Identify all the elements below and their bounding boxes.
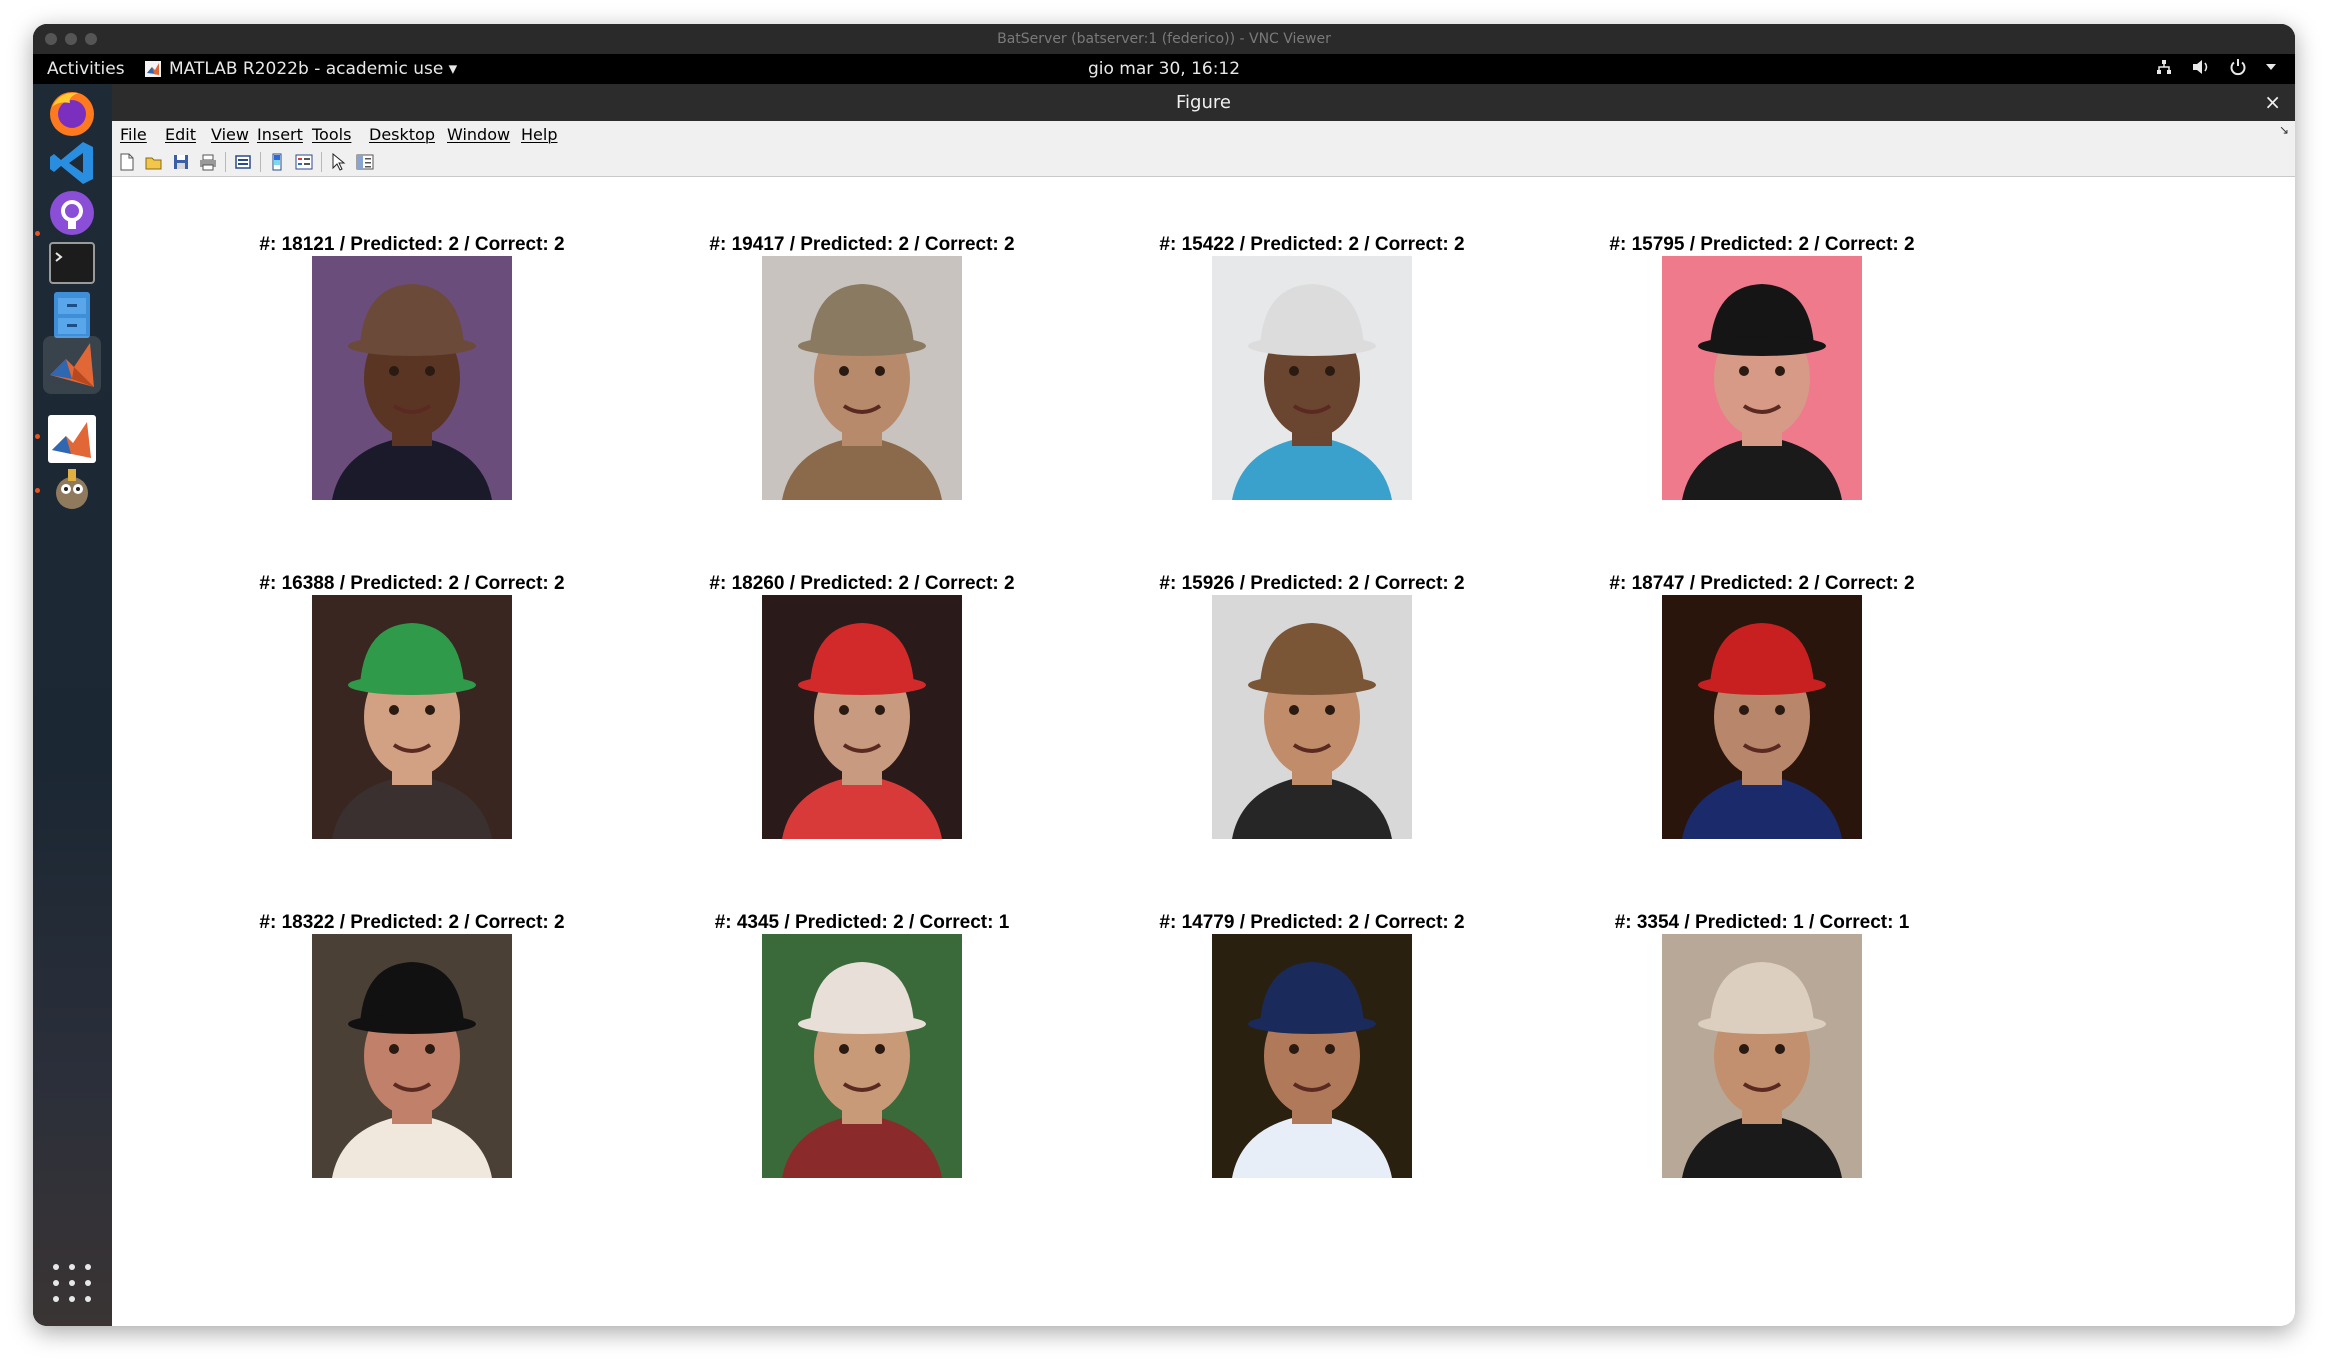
matlab-icon xyxy=(50,343,94,387)
toolbar-separator xyxy=(260,152,261,172)
terminal-icon xyxy=(49,242,95,284)
subplot-title: #: 19417 / Predicted: 2 / Correct: 2 xyxy=(709,234,1015,255)
property-editor-icon[interactable] xyxy=(356,153,374,171)
vnc-window-title: BatServer (batserver:1 (federico)) - VNC… xyxy=(997,31,1331,47)
vnc-titlebar: BatServer (batserver:1 (federico)) - VNC… xyxy=(33,24,2295,54)
volume-icon xyxy=(2193,60,2208,74)
menu-view[interactable]: View xyxy=(211,125,249,144)
face-image xyxy=(1212,595,1412,839)
figure-plot-area: #: 18121 / Predicted: 2 / Correct: 2 #: 1… xyxy=(112,178,2295,1326)
dock-gimp[interactable] xyxy=(43,460,101,518)
face-image xyxy=(1212,934,1412,1178)
face-image xyxy=(762,595,962,839)
subplot-title: #: 16388 / Predicted: 2 / Correct: 2 xyxy=(259,573,565,594)
subplot-title: #: 14779 / Predicted: 2 / Correct: 2 xyxy=(1159,912,1465,933)
dock-arrow-icon[interactable]: ↘ xyxy=(2279,123,2289,137)
legend-icon[interactable] xyxy=(295,153,313,171)
face-image xyxy=(312,595,512,839)
toolbar-separator xyxy=(321,152,322,172)
menu-help[interactable]: Help xyxy=(521,125,557,144)
firefox-icon xyxy=(50,92,94,136)
menu-window[interactable]: Window xyxy=(447,125,510,144)
subplot-title: #: 15926 / Predicted: 2 / Correct: 2 xyxy=(1159,573,1465,594)
pointer-icon[interactable] xyxy=(329,153,347,171)
clock[interactable]: gio mar 30, 16:12 xyxy=(33,59,2295,79)
figure-menubar: File Edit View Insert Tools Desktop Wind… xyxy=(112,121,2295,147)
dock-terminal[interactable] xyxy=(43,234,101,292)
subplot-title: #: 15422 / Predicted: 2 / Correct: 2 xyxy=(1159,234,1465,255)
chevron-down-icon xyxy=(2266,64,2276,70)
gimp-icon xyxy=(56,469,88,509)
face-image xyxy=(1212,256,1412,500)
subplot-title: #: 18747 / Predicted: 2 / Correct: 2 xyxy=(1609,573,1915,594)
face-image xyxy=(762,256,962,500)
figure-titlebar: Figure × xyxy=(112,84,2295,121)
menu-file[interactable]: File xyxy=(120,125,147,144)
menu-edit[interactable]: Edit xyxy=(165,125,196,144)
subplot-title: #: 18260 / Predicted: 2 / Correct: 2 xyxy=(709,573,1015,594)
subplot-title: #: 18121 / Predicted: 2 / Correct: 2 xyxy=(259,234,565,255)
menu-tools[interactable]: Tools xyxy=(312,125,351,144)
figure-toolbar xyxy=(112,147,2295,177)
print-preview-icon[interactable] xyxy=(234,153,252,171)
face-image xyxy=(762,934,962,1178)
subplot-title: #: 3354 / Predicted: 1 / Correct: 1 xyxy=(1614,912,1910,933)
running-indicator xyxy=(35,231,40,236)
network-icon xyxy=(2157,60,2171,74)
menu-insert[interactable]: Insert xyxy=(257,125,303,144)
gnome-top-bar: Activities MATLAB R2022b - academic use … xyxy=(33,54,2295,84)
new-figure-icon[interactable] xyxy=(118,153,136,171)
running-indicator xyxy=(35,434,40,439)
save-icon[interactable] xyxy=(172,153,190,171)
face-image xyxy=(1662,934,1862,1178)
dock xyxy=(33,84,112,1326)
show-applications-button[interactable] xyxy=(53,1264,91,1302)
matlab-figure-window: Figure × File Edit View Insert Tools Des… xyxy=(112,84,2295,1326)
menu-desktop[interactable]: Desktop xyxy=(369,125,435,144)
running-indicator xyxy=(35,488,40,493)
close-icon[interactable]: × xyxy=(2264,84,2281,121)
system-tray[interactable] xyxy=(2155,58,2277,76)
face-image xyxy=(312,934,512,1178)
subplot-title: #: 4345 / Predicted: 2 / Correct: 1 xyxy=(714,912,1010,933)
file-cabinet-icon xyxy=(54,292,90,338)
colorbar-icon[interactable] xyxy=(268,153,286,171)
toolbar-separator xyxy=(225,152,226,172)
face-image xyxy=(1662,595,1862,839)
face-image xyxy=(312,256,512,500)
face-image xyxy=(1662,256,1862,500)
print-icon[interactable] xyxy=(199,153,217,171)
dock-matlab-active[interactable] xyxy=(43,336,101,394)
subplot-title: #: 15795 / Predicted: 2 / Correct: 2 xyxy=(1609,234,1915,255)
vscode-icon xyxy=(50,142,93,184)
matlab-icon xyxy=(48,415,96,463)
figure-title: Figure xyxy=(1176,92,1231,113)
power-icon xyxy=(2230,59,2246,76)
vnc-viewer-window: BatServer (batserver:1 (federico)) - VNC… xyxy=(33,24,2295,1326)
github-desktop-icon xyxy=(50,191,94,235)
open-file-icon[interactable] xyxy=(145,153,163,171)
subplot-title: #: 18322 / Predicted: 2 / Correct: 2 xyxy=(259,912,565,933)
